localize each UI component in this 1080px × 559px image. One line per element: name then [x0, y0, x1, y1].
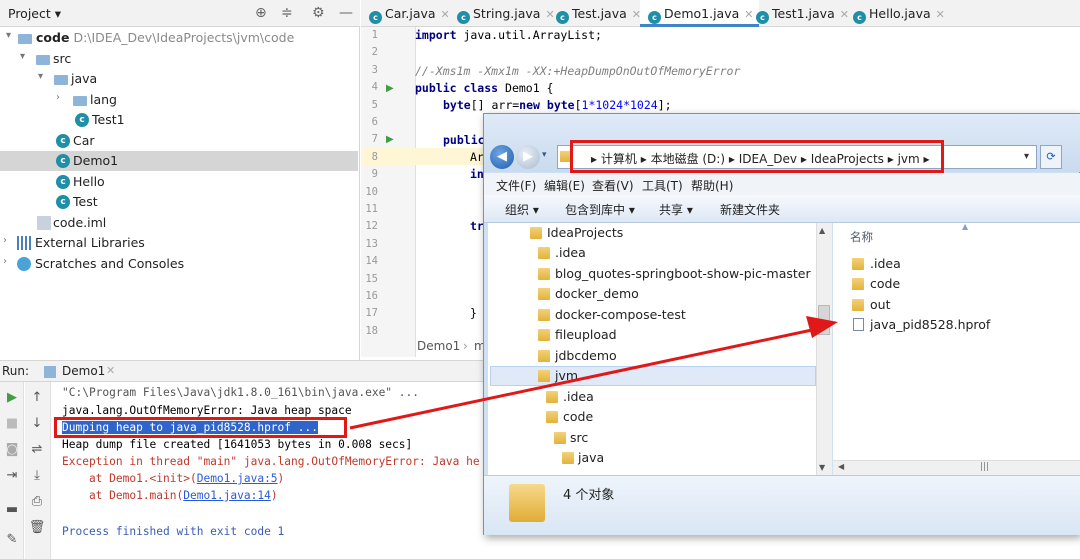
- annotation-arrow: [349, 316, 838, 430]
- arrow-head: [806, 316, 838, 338]
- arrow-line: [349, 328, 813, 430]
